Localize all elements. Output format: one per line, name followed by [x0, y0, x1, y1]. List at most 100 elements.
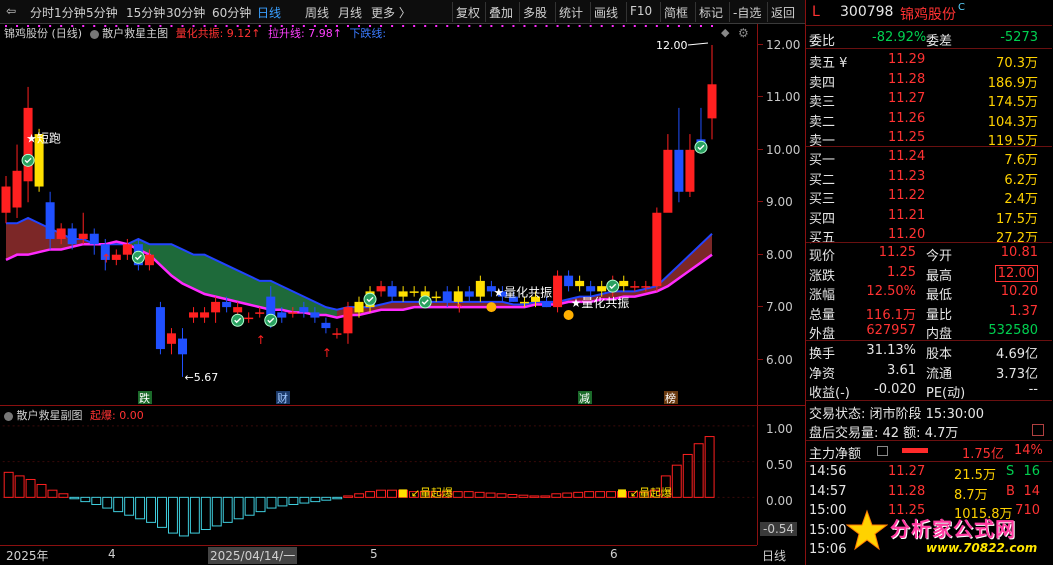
tick-count: 16 [1023, 464, 1040, 479]
tick-count: 14 [1023, 483, 1040, 499]
top-dot [479, 25, 482, 27]
sub-bar [321, 496, 332, 501]
date-label: 6 [610, 547, 618, 561]
price-axis: 12.00 11.00 10.00 9.00 8.00 7.00 6.00 [757, 24, 805, 405]
sub-bar [135, 496, 146, 520]
bid-price: 11.22 [888, 188, 926, 203]
tool-button-2[interactable]: 多股 [523, 4, 547, 21]
candle-body [519, 301, 529, 304]
signal-check-icon [606, 279, 620, 293]
quote-panel: L 300798 锦鸡股份 C 委比 -82.92% 委差 -5273 卖五 ¥… [805, 0, 1053, 565]
ask-volume: 174.5万 [987, 95, 1038, 110]
sub-bar [354, 493, 365, 498]
sub-bar [233, 496, 244, 520]
top-dot [446, 25, 449, 27]
candle-body [630, 286, 640, 288]
period-tab-4[interactable]: 30分钟 [166, 4, 205, 21]
top-dot [391, 25, 394, 27]
indicator-name[interactable]: 散户救星主图 [102, 27, 168, 40]
sub-chart[interactable]: ↙量起爆 ↙量起爆 [0, 405, 757, 545]
candle-body [45, 202, 55, 239]
period-tab-5[interactable]: 60分钟 [212, 4, 251, 21]
period-tab-3[interactable]: 15分钟 [126, 4, 165, 21]
sub-bar [496, 493, 507, 498]
main-chart[interactable]: ↑ ↑ ↑ ↑ ★短跑 ★量化共振 ★量化共振 ←5.67 12.00 [0, 24, 757, 391]
sub-bar [551, 493, 562, 498]
calendar-icon[interactable] [1032, 424, 1044, 436]
back-arrow-icon[interactable]: ⇦ [6, 4, 16, 18]
tool-button-4[interactable]: 画线 [594, 4, 618, 21]
top-dot [677, 25, 680, 27]
tool-button-1[interactable]: 叠加 [489, 4, 513, 21]
sub-bar [595, 491, 606, 498]
candle-body [542, 301, 552, 308]
bid-price: 11.20 [888, 227, 926, 242]
stat2-label: 净资 [809, 366, 836, 382]
up-arrow-icon: ↑ [454, 301, 464, 315]
up-arrow-icon: ↑ [101, 252, 111, 266]
candle-body [288, 312, 298, 314]
top-dot [688, 25, 691, 27]
event-tag-label: 跌 [139, 391, 150, 405]
sub-bar [452, 491, 463, 498]
list-icon[interactable] [877, 446, 888, 456]
candle-body [144, 254, 154, 266]
top-dot [534, 25, 537, 27]
period-tab-6[interactable]: 日线 [257, 4, 281, 21]
candle-body [12, 170, 22, 208]
period-label[interactable]: 日线 [762, 547, 786, 564]
sub-bar [47, 489, 58, 498]
tool-button-3[interactable]: 统计 [559, 4, 583, 21]
signal-check-icon [231, 313, 245, 327]
tick-volume: 21.5万 [954, 468, 996, 483]
tool-button-9[interactable]: 返回 [771, 4, 795, 21]
period-tab-8[interactable]: 月线 [338, 4, 362, 21]
sub-indicator-name[interactable]: 散户救星副图 [17, 409, 83, 422]
top-dot [468, 25, 471, 27]
period-tab-0[interactable]: 分时 [30, 4, 54, 21]
ask-volume: 186.9万 [987, 75, 1038, 91]
candle-body [200, 312, 210, 318]
sub-bar [58, 493, 69, 498]
sub-bar [36, 483, 47, 498]
tool-button-0[interactable]: 复权 [456, 4, 480, 21]
watermark-logo-icon [845, 509, 889, 553]
stat-row: 涨幅 12.50% 最低 10.20 [806, 282, 1052, 303]
indicator-dropdown-icon[interactable] [89, 29, 99, 39]
high-price-arrow [687, 42, 709, 46]
date-label: 2025年 [6, 549, 49, 563]
bid-row: 买四 11.21 17.5万 [806, 206, 1052, 227]
top-dot [644, 25, 647, 27]
period-tab-1[interactable]: 1分钟 [54, 4, 86, 21]
candle-body [464, 291, 474, 297]
price-tick-label: 8.00 [766, 247, 793, 262]
tick-time: 14:57 [809, 483, 847, 499]
candle-body [56, 228, 66, 239]
sub-bar [474, 491, 485, 498]
period-tab-7[interactable]: 周线 [305, 4, 329, 21]
collapse-icon[interactable]: ◆ [721, 27, 733, 39]
settings-gear-icon[interactable]: ⚙ [738, 27, 750, 39]
tool-button-7[interactable]: 标记 [699, 4, 723, 21]
tool-button-5[interactable]: F10 [630, 4, 652, 18]
sub-indicator-dropdown-icon[interactable] [4, 411, 13, 421]
period-tab-9[interactable]: 更多 〉 [371, 4, 411, 21]
sub-bar [3, 471, 14, 498]
candle-body [211, 301, 221, 313]
stat2-value: 4.69亿 [996, 347, 1038, 362]
signal-check-icon [264, 313, 278, 327]
candle-body [310, 312, 320, 318]
sub-bar [25, 478, 36, 498]
candle-body [67, 228, 77, 245]
sub-bar [584, 491, 595, 498]
stat-label: 量比 [926, 307, 953, 323]
candle-body [475, 280, 485, 297]
bid-row: 买三 11.22 2.4万 [806, 186, 1052, 207]
candle-body [111, 254, 121, 260]
period-tab-2[interactable]: 5分钟 [86, 4, 118, 21]
ask-price: 11.29 [888, 52, 926, 67]
tool-button-8[interactable]: -自选 [733, 4, 761, 21]
ask-volume: 70.3万 [996, 56, 1038, 71]
sub-bar [299, 496, 310, 504]
tool-button-6[interactable]: 简框 [664, 4, 688, 21]
